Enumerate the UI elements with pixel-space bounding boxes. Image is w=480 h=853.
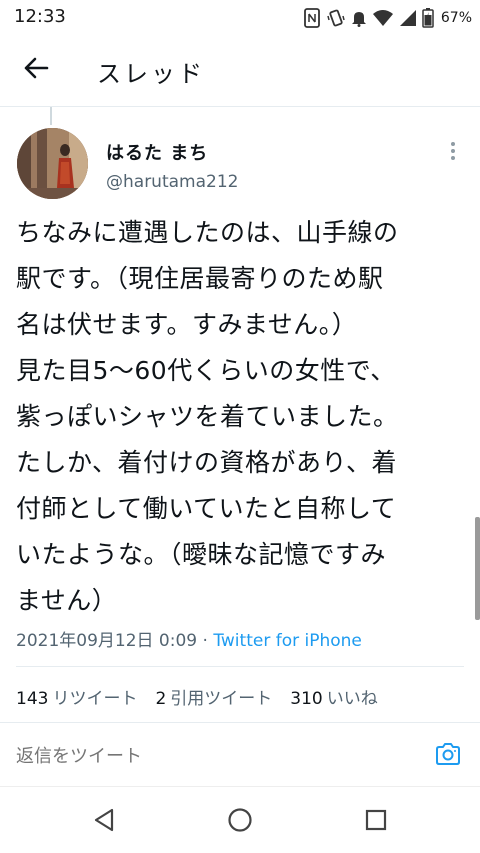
likes-label: いいね xyxy=(326,689,378,709)
retweets-label: リツイート xyxy=(52,689,138,709)
header-divider xyxy=(0,106,480,107)
more-options-button[interactable] xyxy=(446,140,460,162)
quotes-count: 2 xyxy=(155,689,167,709)
battery-icon xyxy=(422,8,434,28)
back-button[interactable] xyxy=(20,56,52,84)
more-dot xyxy=(451,149,455,153)
status-time: 12:33 xyxy=(14,6,66,27)
camera-button[interactable] xyxy=(434,740,462,768)
tweet-text-line: たしか、着付けの資格があり、着 xyxy=(16,448,398,477)
nav-back-button[interactable] xyxy=(89,807,119,837)
quotes-stat[interactable]: 2 引用ツイート xyxy=(155,684,272,709)
alarm-icon xyxy=(351,9,367,27)
scrollbar-thumb[interactable] xyxy=(475,517,480,620)
nfc-icon xyxy=(303,8,321,28)
wifi-icon xyxy=(372,9,394,27)
tweet-text-line: 付師として働いていたと自称して xyxy=(16,494,397,523)
arrow-left-icon xyxy=(23,57,49,83)
circle-home-icon xyxy=(227,807,253,837)
quotes-label: 引用ツイート xyxy=(170,689,273,709)
retweets-stat[interactable]: 143 リツイート xyxy=(16,684,137,709)
tweet-text-line: 紫っぽいシャツを着ていました。 xyxy=(16,402,399,431)
avatar[interactable] xyxy=(17,128,88,199)
camera-icon xyxy=(434,743,462,772)
tweet-source-link[interactable]: Twitter for iPhone xyxy=(213,631,362,651)
tweet-text-line: 駅です。（現住居最寄りのため駅 xyxy=(16,264,384,293)
retweets-count: 143 xyxy=(16,689,49,709)
app-header: スレッド xyxy=(0,36,480,102)
tweet-date[interactable]: 2021年09月12日 0:09 xyxy=(16,631,197,651)
vibrate-icon xyxy=(326,8,346,28)
triangle-back-icon xyxy=(93,808,115,836)
author-name[interactable]: はるた まち xyxy=(106,139,208,165)
android-nav-bar xyxy=(0,787,480,853)
more-vertical-icon xyxy=(451,142,455,146)
reply-input[interactable] xyxy=(16,741,416,771)
tweet-text-line: 見た目5〜60代くらいの女性で、 xyxy=(16,356,396,385)
square-recents-icon xyxy=(365,809,387,835)
tweet-text-line: いたような。（曖昧な記憶ですみ xyxy=(16,540,387,569)
tweet-text-line: 名は伏せます。すみません。） xyxy=(16,310,358,339)
page-title: スレッド xyxy=(97,60,205,88)
likes-count: 310 xyxy=(290,689,323,709)
tweet-text-line: ちなみに遭遇したのは、山手線の xyxy=(16,218,399,247)
likes-stat[interactable]: 310 いいね xyxy=(290,684,377,709)
meta-separator: · xyxy=(202,631,208,651)
divider xyxy=(0,722,480,723)
divider xyxy=(16,666,464,667)
tweet-text-line: ません） xyxy=(16,586,118,615)
signal-icon xyxy=(399,9,417,27)
nav-home-button[interactable] xyxy=(225,807,255,837)
tweet-stats: 143 リツイート 2 引用ツイート 310 いいね xyxy=(16,684,378,709)
author-handle[interactable]: @harutama212 xyxy=(106,172,238,192)
status-bar: 12:33 67% xyxy=(0,0,480,36)
tweet-text: ちなみに遭遇したのは、山手線の 駅です。（現住居最寄りのため駅 名は伏せます。す… xyxy=(16,210,466,624)
thread-connector-line xyxy=(50,107,52,125)
battery-percent: 67% xyxy=(440,10,472,26)
nav-recents-button[interactable] xyxy=(361,807,391,837)
tweet-meta: 2021年09月12日 0:09 · Twitter for iPhone xyxy=(16,626,362,651)
status-icons: 67% xyxy=(303,7,472,29)
more-dot xyxy=(451,156,455,160)
